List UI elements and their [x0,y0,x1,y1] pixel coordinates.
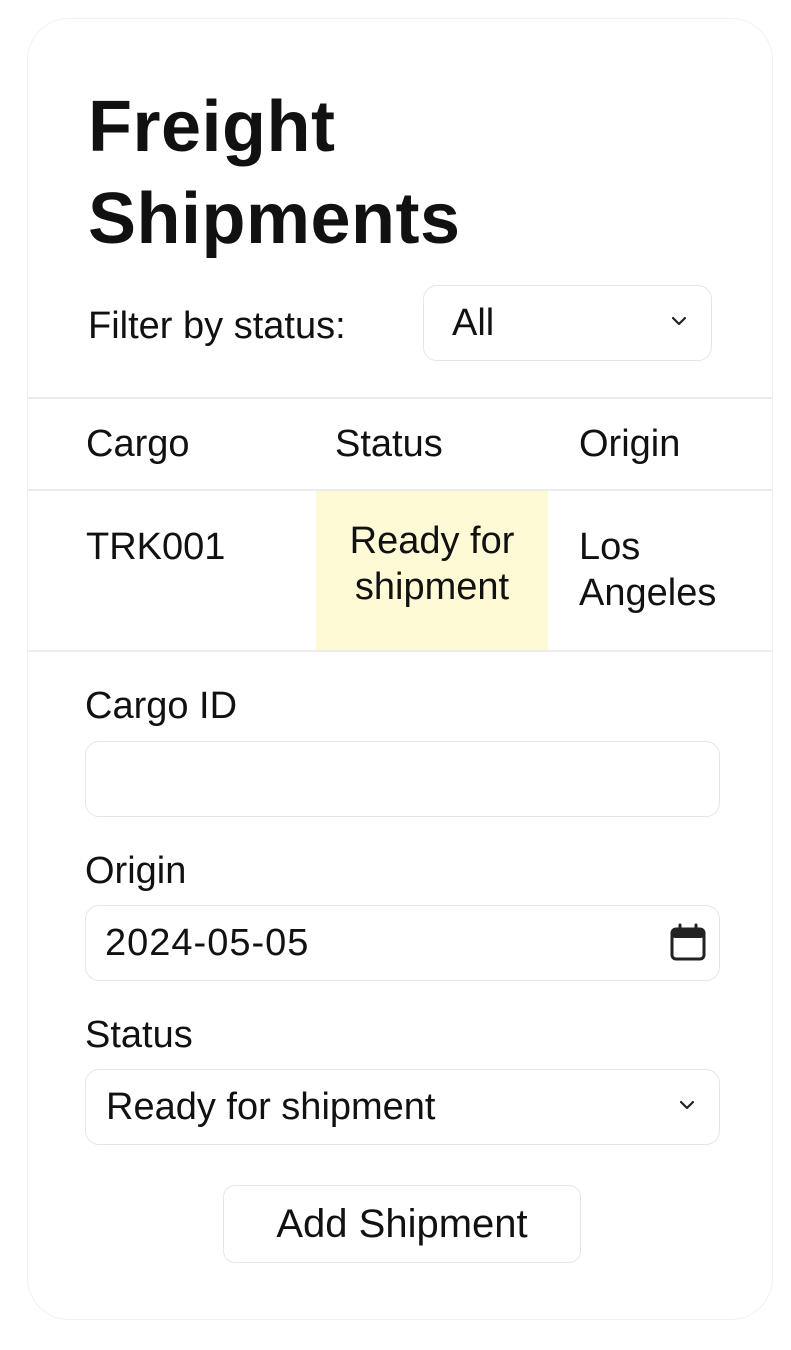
status-filter-select[interactable]: All [423,285,712,361]
status-cell-line-1: Ready for [349,520,515,562]
table-bottom-divider [28,650,772,652]
cargo-id-input[interactable] [85,741,720,817]
origin-cell: Los Angeles [579,524,759,616]
column-header-origin: Origin [579,423,681,465]
shipments-card: Freight Shipments Filter by status: All … [27,18,773,1320]
chevron-down-icon [679,1100,695,1110]
calendar-icon[interactable] [669,923,707,963]
status-cell: Ready for shipment [316,491,548,650]
cargo-id-label: Cargo ID [85,685,238,727]
origin-cell-line-1: Los [579,526,641,568]
status-cell-line-2: shipment [354,566,510,608]
chevron-down-icon [671,316,687,326]
table-top-divider [28,397,772,399]
filter-label: Filter by status: [88,305,346,347]
add-shipment-button[interactable]: Add Shipment [223,1185,581,1263]
origin-date-value: 2024-05-05 [105,922,310,964]
cargo-cell: TRK001 [86,526,226,568]
status-filter-value: All [452,302,495,344]
status-label: Status [85,1014,193,1056]
column-header-cargo: Cargo [86,423,190,465]
page-title: Freight Shipments [88,81,461,265]
column-header-status: Status [335,423,443,465]
origin-label: Origin [85,850,187,892]
page-title-line-1: Freight [88,87,336,167]
status-select[interactable]: Ready for shipment [85,1069,720,1145]
status-cell-text: Ready for shipment [316,518,548,610]
origin-cell-line-2: Angeles [579,572,717,614]
page-title-line-2: Shipments [88,179,461,259]
origin-date-input[interactable]: 2024-05-05 [85,905,720,981]
status-select-value: Ready for shipment [106,1086,436,1128]
